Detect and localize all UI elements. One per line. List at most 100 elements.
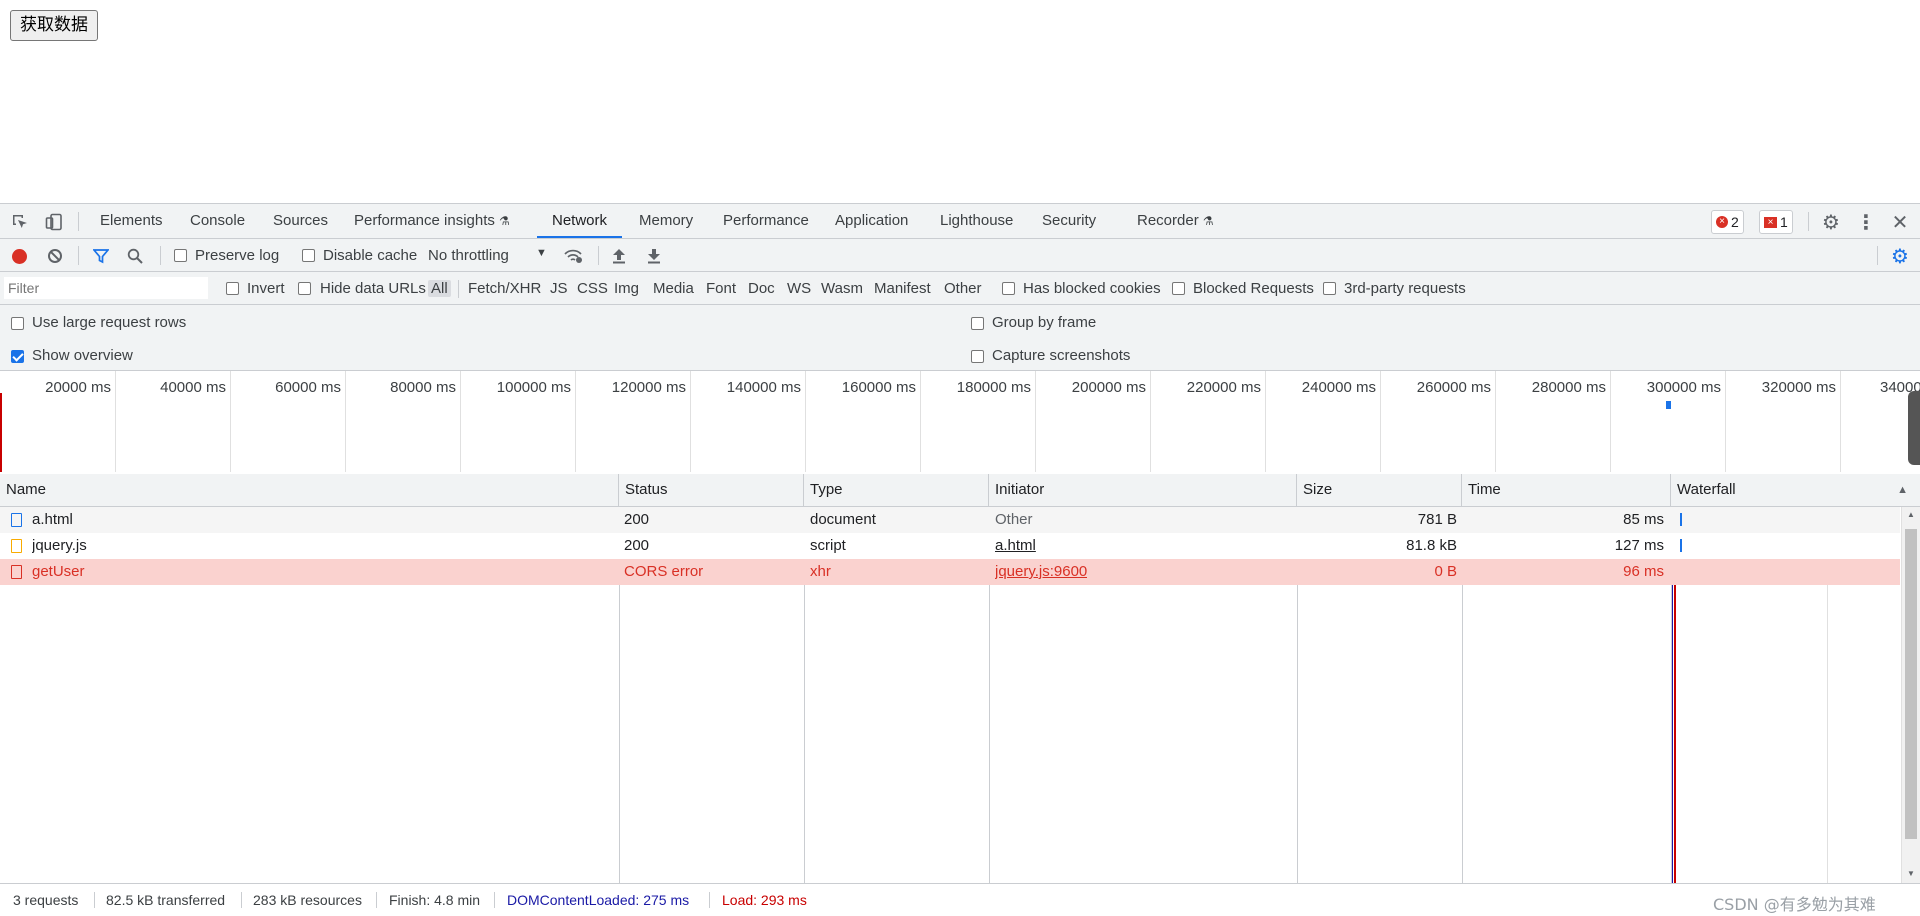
column-header-initiator[interactable]: Initiator [989,474,1297,506]
filter-type-wasm[interactable]: Wasm [821,280,863,297]
get-data-button[interactable]: 获取数据 [10,10,98,41]
request-status: 200 [624,537,650,554]
close-icon[interactable]: ✕ [1889,211,1911,234]
overview-tick-label: 140000 ms [726,379,801,396]
tab-recorder-label: Recorder [1137,212,1199,229]
overview-tick-label: 100000 ms [496,379,571,396]
tab-application[interactable]: Application [835,204,908,238]
overview-tick-label: 300000 ms [1646,379,1721,396]
gear-icon[interactable]: ⚙ [1820,211,1842,234]
hide-data-urls-checkbox[interactable] [298,282,311,295]
column-header-waterfall[interactable]: Waterfall ▲ [1671,474,1920,506]
network-conditions-icon[interactable] [562,246,584,266]
tab-memory[interactable]: Memory [639,204,693,238]
request-initiator-link[interactable]: a.html [995,533,1036,559]
device-toolbar-icon[interactable] [44,212,64,232]
request-initiator-link[interactable]: jquery.js:9600 [995,559,1087,585]
error-count: 2 [1731,214,1739,230]
filter-type-other[interactable]: Other [944,280,982,297]
filter-type-manifest[interactable]: Manifest [874,280,931,297]
table-row-error[interactable]: getUser CORS error xhr jquery.js:9600 0 … [0,559,1900,585]
request-type: xhr [810,563,831,580]
flask-icon: ⚗ [499,214,510,228]
search-icon[interactable] [126,247,144,265]
tab-performance-insights[interactable]: Performance insights ⚗ [354,204,510,238]
download-icon[interactable] [645,246,663,266]
overview-tick-label: 20000 ms [45,379,111,396]
column-header-time[interactable]: Time [1462,474,1671,506]
sort-ascending-icon: ▲ [1897,484,1908,496]
more-options-icon[interactable]: ⋮ [1855,211,1877,234]
filter-type-css[interactable]: CSS [577,280,608,297]
tab-security[interactable]: Security [1042,204,1096,238]
inspect-element-icon[interactable] [10,212,30,232]
tab-lighthouse[interactable]: Lighthouse [940,204,1013,238]
column-header-name[interactable]: Name [0,474,619,506]
filter-type-font[interactable]: Font [706,280,736,297]
column-header-type[interactable]: Type [804,474,989,506]
issue-count: 1 [1780,214,1788,230]
request-size: 781 B [1417,511,1457,528]
request-type: script [810,537,846,554]
capture-screenshots-checkbox[interactable] [971,350,984,363]
filter-type-img[interactable]: Img [614,280,639,297]
filter-input[interactable] [4,277,208,299]
request-table-header: Name Status Type Initiator Size Time Wat… [0,474,1920,507]
network-overview[interactable]: 20000 ms 40000 ms 60000 ms 80000 ms 100000 m… [0,371,1920,475]
request-size: 0 B [1434,563,1457,580]
capture-screenshots-label: Capture screenshots [992,347,1131,364]
filter-type-all[interactable]: All [428,280,451,297]
invert-checkbox[interactable] [226,282,239,295]
blocked-requests-checkbox[interactable] [1172,282,1185,295]
filter-type-fetch-xhr[interactable]: Fetch/XHR [468,280,541,297]
table-row[interactable]: a.html 200 document Other 781 B 85 ms [0,507,1900,533]
network-toolbar: Preserve log Disable cache No throttling… [0,239,1920,272]
network-settings-gear-icon[interactable]: ⚙ [1889,245,1911,268]
csdn-watermark: CSDN @有多勉为其难 [1713,895,1876,914]
status-resources: 283 kB resources [253,892,362,908]
tab-performance[interactable]: Performance [723,204,809,238]
tab-console[interactable]: Console [190,204,245,238]
throttling-select[interactable]: No throttling ▼ [426,246,550,266]
scroll-down-icon[interactable]: ▼ [1907,869,1915,878]
error-count-badge[interactable]: × 2 [1711,210,1744,234]
column-header-size[interactable]: Size [1297,474,1462,506]
group-by-frame-checkbox[interactable] [971,317,984,330]
third-party-requests-checkbox[interactable] [1323,282,1336,295]
clear-icon[interactable] [46,247,64,265]
column-header-waterfall-label: Waterfall [1677,481,1736,498]
scroll-up-icon[interactable]: ▲ [1907,510,1915,519]
request-time: 85 ms [1623,511,1664,528]
column-header-status[interactable]: Status [619,474,804,506]
overview-tick-label: 320000 ms [1761,379,1836,396]
overview-resize-handle[interactable] [1908,391,1920,465]
scrollbar-thumb[interactable] [1905,529,1917,839]
tab-sources[interactable]: Sources [273,204,328,238]
error-icon: × [1716,216,1728,228]
filter-type-js[interactable]: JS [550,280,568,297]
waterfall-bar [1680,513,1682,526]
request-status: 200 [624,511,650,528]
tab-recorder[interactable]: Recorder ⚗ [1137,204,1214,238]
preserve-log-checkbox[interactable] [174,249,187,262]
large-rows-checkbox[interactable] [11,317,24,330]
show-overview-checkbox[interactable] [11,350,24,363]
overview-tick-label: 40000 ms [160,379,226,396]
table-scrollbar[interactable]: ▲ ▼ [1901,507,1920,883]
large-rows-label: Use large request rows [32,314,187,331]
issue-count-badge[interactable]: × 1 [1759,210,1793,234]
record-icon[interactable] [10,247,28,265]
hide-data-urls-label: Hide data URLs [320,280,426,297]
devtools-tab-bar: Elements Console Sources Performance ins… [0,204,1920,239]
filter-type-ws[interactable]: WS [787,280,811,297]
filter-type-media[interactable]: Media [653,280,694,297]
disable-cache-checkbox[interactable] [302,249,315,262]
has-blocked-cookies-checkbox[interactable] [1002,282,1015,295]
table-row[interactable]: jquery.js 200 script a.html 81.8 kB 127 … [0,533,1900,559]
filter-type-doc[interactable]: Doc [748,280,775,297]
filter-icon[interactable] [92,247,110,265]
upload-icon[interactable] [610,246,628,266]
overview-tick-label: 120000 ms [611,379,686,396]
tab-network[interactable]: Network [537,204,623,238]
tab-elements[interactable]: Elements [100,204,163,238]
